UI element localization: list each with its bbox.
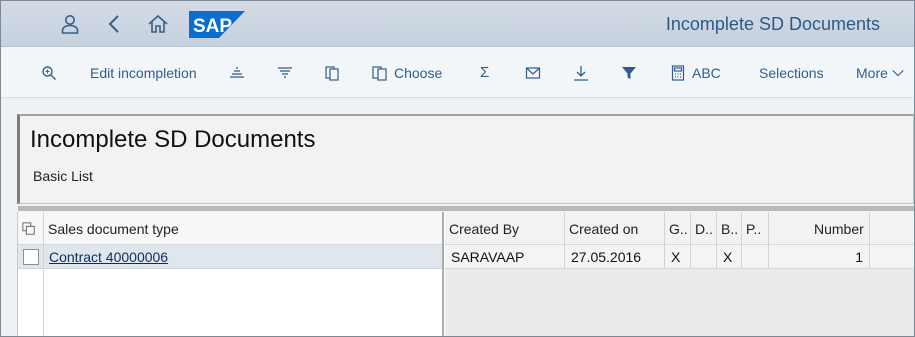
sort-ascending-button[interactable] [229,64,245,82]
abc-label: ABC [692,65,721,81]
row-select-checkbox[interactable] [23,249,39,265]
sort-descending-button[interactable] [277,64,293,82]
sap-logo[interactable]: SAP [189,11,245,38]
sort-ascending-icon [229,65,245,81]
download-icon [573,65,589,81]
calculator-icon [670,65,686,81]
page-title: Incomplete SD Documents [30,126,316,153]
selections-button[interactable]: Selections [759,64,824,82]
grid-header-row: Sales document type [18,212,442,245]
sigma-icon: Σ [480,64,490,81]
more-label: More [856,65,888,81]
cell-number: 1 [855,249,863,265]
report-subtitle: Basic List [33,168,93,184]
table-row[interactable]: SARAVAAP 27.05.2016 X X 1 [445,245,914,269]
column-header-created-by[interactable]: Created By [449,212,519,245]
content-area: Incomplete SD Documents Basic List Sales… [1,98,914,336]
zoom-button[interactable] [41,64,57,82]
abc-button[interactable]: ABC [670,64,721,82]
cell-created-by: SARAVAAP [451,249,525,265]
alv-grid: Sales document type Contract 40000006 Cr… [17,206,914,336]
sales-document-link[interactable]: Contract 40000006 [49,245,168,269]
copy-button[interactable] [324,64,340,82]
grid-right-pane: Created By Created on G.. D.. B.. P.. Nu… [445,212,914,336]
sum-button[interactable]: Σ [480,64,489,82]
cell-created-on: 27.05.2016 [571,249,642,265]
shell-bar: SAP Incomplete SD Documents [1,1,914,47]
grid-header-row-right: Created By Created on G.. D.. B.. P.. Nu… [445,212,914,245]
column-header-d[interactable]: D.. [695,212,713,245]
filter-icon [621,65,637,81]
column-header-g[interactable]: G.. [669,212,688,245]
app-window: SAP Incomplete SD Documents Edit incompl… [0,0,915,337]
toolbar: Edit incompletion Choose Σ ABC Selection… [1,47,914,98]
user-icon[interactable] [58,12,82,36]
report-header: Incomplete SD Documents Basic List [17,114,914,204]
copy-choose-icon [372,65,388,81]
grid-toolbar-strip [18,206,914,211]
mail-button[interactable] [525,64,541,82]
grid-left-pane: Sales document type Contract 40000006 [18,212,444,336]
cell-b: X [723,249,733,265]
edit-incompletion-button[interactable]: Edit incompletion [90,64,197,82]
column-header-p[interactable]: P.. [746,212,761,245]
filter-button[interactable] [621,64,637,82]
column-header-sales-document-type[interactable]: Sales document type [48,212,179,245]
more-button[interactable]: More [856,64,905,82]
shell-title: Incomplete SD Documents [665,14,880,34]
sort-descending-icon [277,65,293,81]
copy-icon [324,65,340,81]
mail-icon [525,65,541,81]
choose-button[interactable]: Choose [372,64,442,82]
column-header-number[interactable]: Number [814,212,864,245]
cell-g: X [671,249,681,265]
download-button[interactable] [573,64,589,82]
chevron-down-icon [891,66,905,80]
home-icon[interactable] [146,12,170,36]
back-icon[interactable] [103,12,127,36]
choose-label: Choose [394,65,443,81]
table-row[interactable]: Contract 40000006 [18,245,442,269]
column-header-created-on[interactable]: Created on [569,212,638,245]
column-header-b[interactable]: B.. [721,212,738,245]
svg-text:SAP: SAP [193,16,232,37]
select-all-icon[interactable] [22,212,36,245]
zoom-icon [41,65,57,81]
